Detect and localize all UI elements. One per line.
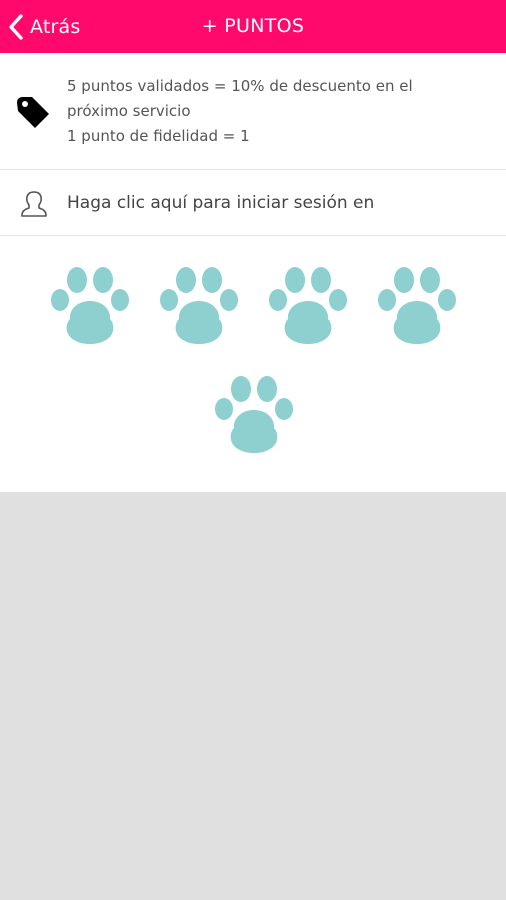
top-bar: Atrás + PUNTOS: [0, 0, 506, 53]
login-row[interactable]: Haga clic aquí para iniciar sesión en: [0, 170, 506, 236]
discount-info-text: 5 puntos validados = 10% de descuento en…: [67, 74, 487, 149]
main-content: 5 puntos validados = 10% de descuento en…: [0, 53, 506, 492]
price-tag-icon: [14, 93, 52, 135]
paw-print-icon: [375, 264, 459, 348]
stamp-card: [0, 237, 506, 492]
discount-info-row: 5 puntos validados = 10% de descuento en…: [0, 53, 506, 170]
paw-print-icon: [266, 264, 350, 348]
login-link-text: Haga clic aquí para iniciar sesión en: [67, 193, 375, 213]
discount-rule-line-2: próximo servicio: [67, 102, 191, 120]
page-title: + PUNTOS: [201, 15, 305, 37]
user-outline-icon: [20, 190, 48, 222]
loyalty-point-rule: 1 punto de fidelidad = 1: [67, 127, 250, 145]
discount-rule-line-1: 5 puntos validados = 10% de descuento en…: [67, 77, 413, 95]
app-screen: Atrás + PUNTOS 5 puntos validados = 10% …: [0, 0, 506, 900]
paw-print-icon: [212, 373, 296, 457]
paw-print-icon: [157, 264, 241, 348]
paw-print-icon: [48, 264, 132, 348]
